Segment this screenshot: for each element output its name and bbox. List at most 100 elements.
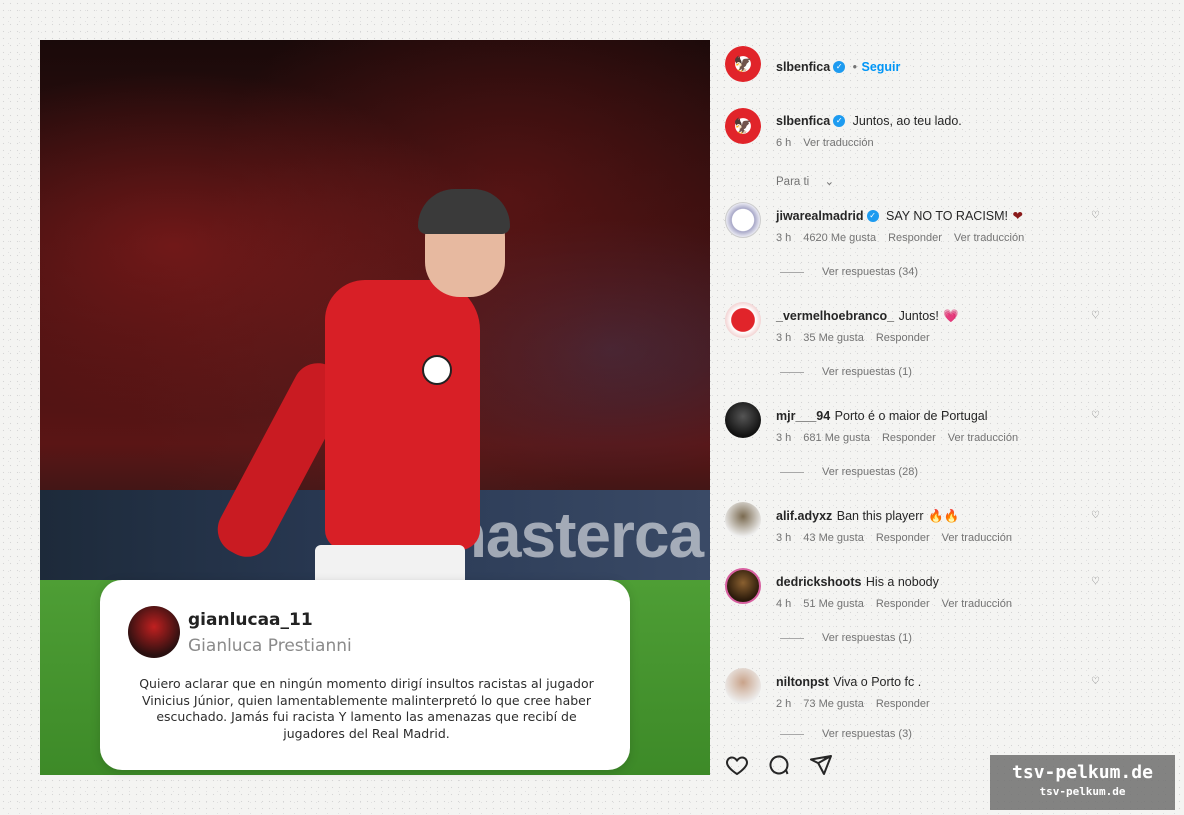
comment-time: 3 h <box>776 232 792 244</box>
comment-time: 4 h <box>776 598 792 610</box>
comment-meta: 3 h 43 Me gusta Responder Ver traducción <box>776 532 1024 544</box>
statement-card: gianlucaa_11 Gianluca Prestianni Quiero … <box>100 580 630 770</box>
comment-likes[interactable]: 73 Me gusta <box>803 698 864 710</box>
player-hair <box>418 189 510 234</box>
comment-meta: 3 h 35 Me gusta Responder <box>776 332 942 344</box>
comment-likes[interactable]: 4620 Me gusta <box>803 232 876 244</box>
comment-translate[interactable]: Ver traducción <box>954 232 1024 244</box>
like-heart-icon[interactable]: ♡ <box>1091 510 1100 521</box>
comment-item: dedrickshoots His a nobody 4 h 51 Me gust… <box>710 566 1110 661</box>
comment-text: Ban this playerr <box>836 509 924 523</box>
comment-username[interactable]: alif.adyxz <box>776 509 832 523</box>
like-heart-icon[interactable]: ♡ <box>1091 410 1100 421</box>
comment-text: Viva o Porto fc . <box>833 675 922 689</box>
filter-label: Para ti <box>776 176 810 188</box>
comment-text: His a nobody <box>865 575 939 589</box>
comment-avatar[interactable] <box>725 568 761 604</box>
header-username[interactable]: slbenfica <box>776 60 830 74</box>
caption: 🦅 slbenfica ✓ Juntos, ao teu lado. 6 h Ver… <box>710 104 1110 164</box>
like-heart-icon[interactable]: ♡ <box>1091 576 1100 587</box>
view-replies[interactable]: Ver respuestas (28) <box>780 466 918 478</box>
replies-line <box>780 271 804 273</box>
comment-avatar[interactable] <box>725 202 761 238</box>
comment-reply-button[interactable]: Responder <box>876 532 930 544</box>
comment-time: 3 h <box>776 532 792 544</box>
comment-translate[interactable]: Ver traducción <box>948 432 1018 444</box>
comment-item: jiwarealmadrid ✓ SAY NO TO RACISM! ❤ 3 h 4… <box>710 200 1110 295</box>
comment-time: 3 h <box>776 332 792 344</box>
comments-panel: 🦅 slbenfica ✓ • Seguir 🦅 slbenfica ✓ Junto… <box>710 40 1110 785</box>
caption-avatar[interactable]: 🦅 <box>725 108 761 144</box>
benfica-avatar[interactable]: 🦅 <box>725 46 761 82</box>
comment-time: 3 h <box>776 432 792 444</box>
like-heart-icon[interactable]: ♡ <box>1091 676 1100 687</box>
comment-item: alif.adyxz Ban this playerr 🔥🔥 3 h 43 Me … <box>710 500 1110 560</box>
view-replies[interactable]: Ver respuestas (1) <box>780 632 912 644</box>
caption-meta: 6 h Ver traducción <box>776 137 886 149</box>
share-icon[interactable] <box>809 753 833 782</box>
watermark-line-1: tsv-pelkum.de <box>1012 762 1153 783</box>
comment-reply-button[interactable]: Responder <box>888 232 942 244</box>
comment-username[interactable]: dedrickshoots <box>776 575 861 589</box>
view-replies[interactable]: Ver respuestas (1) <box>780 366 912 378</box>
comment-likes[interactable]: 51 Me gusta <box>803 598 864 610</box>
comment-text: Porto é o maior de Portugal <box>834 409 988 423</box>
caption-username[interactable]: slbenfica <box>776 114 830 128</box>
comment-avatar[interactable] <box>725 402 761 438</box>
view-replies[interactable]: Ver respuestas (3) <box>780 728 912 740</box>
replies-line <box>780 371 804 373</box>
comment-item: _vermelhoebranco_ Juntos! 💗 3 h 35 Me gus… <box>710 300 1110 395</box>
like-heart-icon[interactable]: ♡ <box>1091 210 1100 221</box>
like-heart-icon[interactable]: ♡ <box>1091 310 1100 321</box>
follow-button[interactable]: Seguir <box>861 60 900 74</box>
statement-username: gianlucaa_11 <box>188 610 313 630</box>
replies-line <box>780 471 804 473</box>
comment-likes[interactable]: 35 Me gusta <box>803 332 864 344</box>
header-separator: • <box>852 60 858 74</box>
heart-icon[interactable] <box>725 753 749 782</box>
comment-translate[interactable]: Ver traducción <box>942 532 1012 544</box>
comment-emoji: ❤ <box>1012 209 1023 223</box>
comment-avatar[interactable] <box>725 668 761 704</box>
comment-emoji: 🔥🔥 <box>928 509 960 523</box>
comment-icon[interactable] <box>767 753 791 782</box>
verified-icon: ✓ <box>833 114 846 127</box>
verified-icon: ✓ <box>866 209 879 222</box>
comment-reply-button[interactable]: Responder <box>882 432 936 444</box>
replies-line <box>780 637 804 639</box>
view-replies-label: Ver respuestas (3) <box>822 728 912 740</box>
comment-item: mjr___94 Porto é o maior de Portugal 3 h… <box>710 400 1110 495</box>
post-header: 🦅 slbenfica ✓ • Seguir <box>710 44 1110 84</box>
view-replies-label: Ver respuestas (1) <box>822 366 912 378</box>
comment-avatar[interactable] <box>725 502 761 538</box>
comment-reply-button[interactable]: Responder <box>876 698 930 710</box>
player-jersey <box>325 280 480 550</box>
caption-translate[interactable]: Ver traducción <box>803 137 873 149</box>
comment-username[interactable]: mjr___94 <box>776 409 830 423</box>
statement-text: Quiero aclarar que en ningún momento dir… <box>139 676 594 741</box>
comment-reply-button[interactable]: Responder <box>876 598 930 610</box>
post-actions <box>725 753 833 782</box>
comment-username[interactable]: jiwarealmadrid <box>776 209 864 223</box>
comment-username[interactable]: niltonpst <box>776 675 829 689</box>
verified-icon: ✓ <box>833 60 846 73</box>
chevron-down-icon: ⌄ <box>824 176 835 188</box>
champions-league-badge <box>422 355 452 385</box>
comment-text: SAY NO TO RACISM! <box>886 209 1009 223</box>
comment-likes[interactable]: 681 Me gusta <box>803 432 870 444</box>
comment-avatar[interactable] <box>725 302 761 338</box>
comment-reply-button[interactable]: Responder <box>876 332 930 344</box>
view-replies-label: Ver respuestas (28) <box>822 466 918 478</box>
comment-time: 2 h <box>776 698 792 710</box>
statement-avatar <box>128 606 180 658</box>
caption-time: 6 h <box>776 137 792 149</box>
comment-likes[interactable]: 43 Me gusta <box>803 532 864 544</box>
statement-full-name: Gianluca Prestianni <box>188 636 352 656</box>
comment-username[interactable]: _vermelhoebranco_ <box>776 309 894 323</box>
comments-filter[interactable]: Para ti ⌄ <box>776 174 846 188</box>
view-replies[interactable]: Ver respuestas (34) <box>780 266 918 278</box>
comment-item: niltonpst Viva o Porto fc . 2 h 73 Me gus… <box>710 666 1110 746</box>
view-replies-label: Ver respuestas (34) <box>822 266 918 278</box>
watermark-line-2: tsv-pelkum.de <box>1039 785 1126 798</box>
comment-translate[interactable]: Ver traducción <box>942 598 1012 610</box>
